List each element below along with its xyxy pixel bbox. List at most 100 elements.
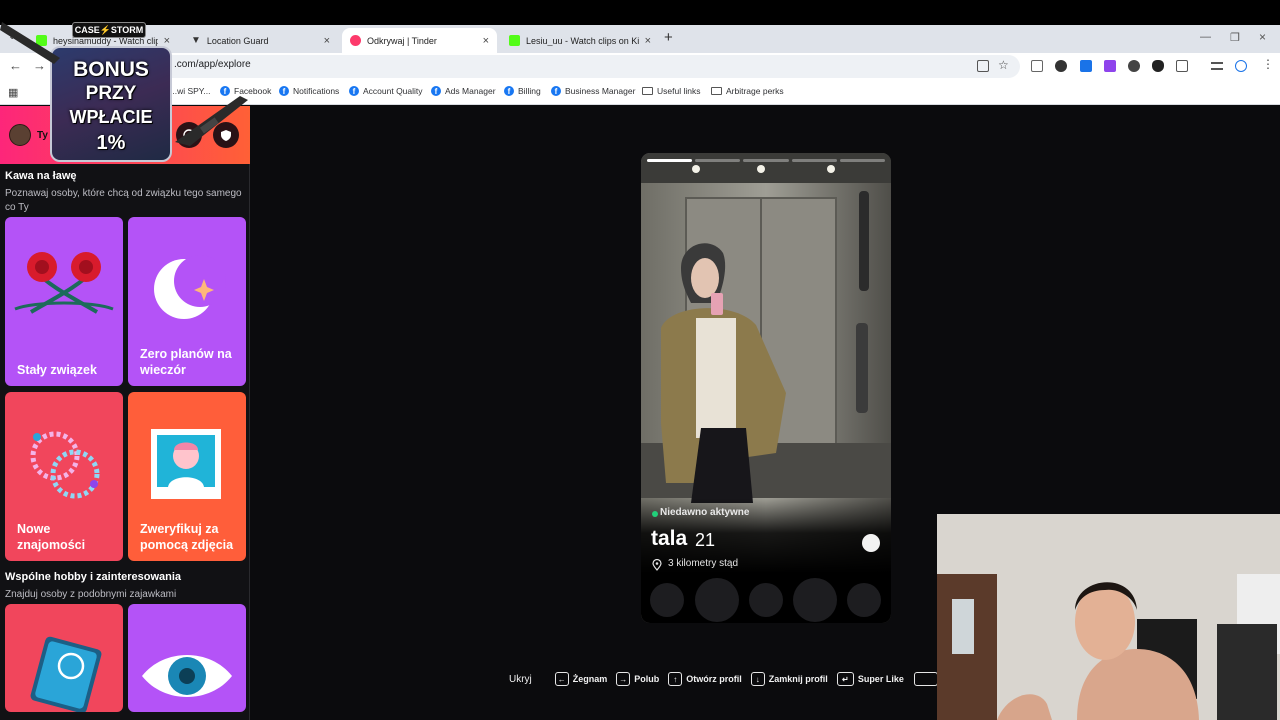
new-tab-button[interactable]: + — [664, 29, 673, 46]
close-window-icon[interactable]: × — [1259, 30, 1266, 44]
arrow-up-key-icon: ↑ — [668, 672, 683, 686]
minimize-icon[interactable]: — — [1200, 31, 1211, 43]
casestorm-logo: CASE⚡STORM — [72, 22, 146, 38]
menu-kebab-icon[interactable]: ⋮ — [1262, 57, 1274, 71]
location-guard-icon[interactable] — [1152, 60, 1164, 72]
card-label: Zero planów na wieczór — [140, 347, 232, 377]
section-subtitle: Znajduj osoby z podobnymi zajawkami — [5, 589, 177, 600]
card-nowe-znajomosci[interactable]: Nowe znajomości — [5, 392, 123, 561]
bookmark-label: Notifications — [293, 86, 340, 96]
rifle-graphic-icon — [175, 96, 248, 146]
restore-icon[interactable]: ❐ — [1230, 31, 1240, 44]
extensions-puzzle-icon[interactable] — [1176, 60, 1188, 72]
card-zero-planow[interactable]: Zero planów na wieczór — [128, 217, 246, 386]
passport-icon — [30, 636, 102, 712]
tab-lesiu[interactable]: Lesiu_uu - Watch clips on Kick × — [501, 28, 659, 53]
nope-button[interactable] — [695, 578, 739, 622]
eye-icon — [142, 655, 232, 697]
explore-sidebar: Ty Kawa na ławę Poznawaj osoby, które ch… — [0, 106, 250, 720]
browser-toolbar: ← → .com/app/explore ☆ ⋮ — [0, 53, 1280, 80]
avatar[interactable] — [9, 124, 31, 146]
facebook-icon: f — [504, 86, 514, 96]
bookmark-arbitrage-perks[interactable]: Arbitrage perks — [711, 86, 784, 96]
tinder-flame-icon — [350, 35, 361, 46]
card-zweryfikuj[interactable]: Zweryfikuj za pomocą zdjęcia — [128, 392, 246, 561]
stream-top-bar — [0, 0, 1280, 25]
promo-line: WPŁACIE — [69, 107, 153, 127]
space-key-icon — [913, 672, 938, 686]
close-icon[interactable]: × — [483, 35, 489, 47]
promo-line: PRZY — [85, 83, 137, 104]
profile-name[interactable]: Ty — [37, 130, 48, 141]
extension-blue-icon[interactable] — [1080, 60, 1092, 72]
tab-tinder[interactable]: Odkrywaj | Tinder × — [342, 28, 497, 53]
bracelets-icon — [30, 431, 100, 499]
card-hobby-eye[interactable] — [128, 604, 246, 712]
shortcut-like: Polub — [634, 674, 660, 684]
card-label: Nowe znajomości — [17, 522, 86, 552]
moon-icon — [154, 255, 226, 319]
bookmark-business-manager[interactable]: f Business Manager — [551, 86, 635, 96]
close-icon[interactable]: × — [164, 35, 170, 47]
profile-icon[interactable] — [1235, 60, 1247, 72]
bookmark-label: Business Manager — [565, 86, 636, 96]
section-title: Wspólne hobby i zainteresowania — [5, 571, 182, 583]
arrow-right-key-icon: → — [616, 672, 631, 686]
card-hobby-travel[interactable] — [5, 604, 123, 712]
arrow-left-key-icon: ← — [554, 672, 569, 686]
card-label: Zweryfikuj za pomocą zdjęcia — [140, 522, 234, 552]
bookmark-billing[interactable]: f Billing — [504, 86, 541, 96]
section-subtitle: Poznawaj osoby, które chcą od związku te… — [5, 188, 242, 213]
bookmark-account-quality[interactable]: f Account Quality — [349, 86, 423, 96]
distance-label: 3 kilometry stąd — [668, 558, 739, 569]
photo-progress-segment — [695, 159, 741, 162]
extension-icon[interactable] — [1055, 60, 1067, 72]
profile-card[interactable]: Niedawno aktywne tala 21 3 kilometry stą… — [641, 153, 891, 623]
open-profile-info-button[interactable] — [862, 534, 880, 552]
folder-icon — [642, 87, 653, 95]
hide-shortcuts-button[interactable]: Ukryj — [509, 674, 532, 685]
close-icon[interactable]: × — [324, 35, 330, 47]
camera-extension-icon[interactable] — [1031, 60, 1043, 72]
tab-location-guard[interactable]: ▼ Location Guard × — [183, 28, 338, 53]
roses-icon — [14, 252, 114, 314]
keyboard-shortcuts: Ukryj ← Żegnam → Polub ↑ Otwórz profil ↓… — [509, 671, 942, 687]
card-staly-zwiazek[interactable]: Stały związek — [5, 217, 123, 386]
photo-progress — [647, 159, 886, 162]
location-guard-favicon-icon: ▼ — [191, 35, 201, 46]
webcam-feed — [937, 514, 1280, 720]
tab-label: Lesiu_uu - Watch clips on Kick — [526, 35, 639, 46]
apps-grid-icon[interactable]: ▦ — [8, 86, 18, 99]
like-button[interactable] — [793, 578, 837, 622]
url-text: .com/app/explore — [174, 59, 251, 70]
install-app-icon[interactable] — [977, 60, 989, 72]
bookmark-ads-manager[interactable]: f Ads Manager — [431, 86, 496, 96]
extension-purple-icon[interactable] — [1104, 60, 1116, 72]
verified-photo-icon — [151, 429, 221, 499]
screen: ⌄ heysinamuddy - Watch clips o × ▼ Locat… — [0, 0, 1280, 720]
bookmark-star-icon[interactable]: ☆ — [998, 58, 1009, 72]
kick-favicon-icon — [509, 35, 520, 46]
rewind-button[interactable] — [650, 583, 684, 617]
tab-label: Odkrywaj | Tinder — [367, 35, 437, 46]
boost-button[interactable] — [847, 583, 881, 617]
bookmark-label: Arbitrage perks — [726, 86, 784, 96]
folder-icon — [711, 87, 722, 95]
close-icon[interactable]: × — [645, 35, 651, 47]
activity-status: Niedawno aktywne — [660, 507, 750, 518]
tab-label: Location Guard — [206, 35, 269, 46]
facebook-icon: f — [349, 86, 359, 96]
bookmark-useful-links[interactable]: Useful links — [642, 86, 700, 96]
facebook-icon: f — [551, 86, 561, 96]
facebook-icon: f — [431, 86, 441, 96]
reading-list-icon[interactable] — [1211, 62, 1223, 70]
shortcut-open-profile: Otwórz profil — [686, 674, 742, 684]
enter-key-icon: ↵ — [836, 672, 854, 686]
promo-line: 1% — [96, 132, 126, 154]
photo-progress-segment — [839, 159, 886, 162]
bookmark-notifications[interactable]: f Notifications — [279, 86, 339, 96]
profile-age: 21 — [695, 530, 716, 550]
extension-mask-icon[interactable] — [1128, 60, 1140, 72]
super-like-button[interactable] — [749, 583, 783, 617]
photo-progress-segment — [743, 159, 789, 162]
